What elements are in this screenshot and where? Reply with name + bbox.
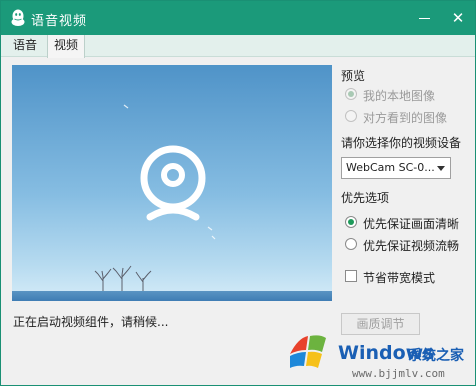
tab-video[interactable]: 视频 <box>47 35 86 58</box>
bandwidth-saving-checkbox-control[interactable] <box>345 270 357 282</box>
video-device-label: 请你选择你的视频设备 <box>341 136 462 150</box>
video-preview <box>12 65 332 301</box>
watermark-url: www.bjjmlv.com <box>352 367 445 380</box>
radio-priority-clarity-control[interactable] <box>345 216 357 228</box>
qq-penguin-icon <box>11 9 25 26</box>
tab-voice[interactable]: 语音 <box>7 35 43 57</box>
title-bar[interactable]: 语音视频 ✕ <box>1 1 475 35</box>
video-device-select[interactable]: WebCam SC-0... <box>341 157 451 179</box>
window-title: 语音视频 <box>31 14 88 29</box>
radio-priority-clarity-label: 优先保证画面清晰 <box>363 217 460 231</box>
watermark: Windows 系统之家 www.bjjmlv.com <box>282 328 476 386</box>
bandwidth-saving-label: 节省带宽模式 <box>363 271 436 285</box>
preview-label: 预览 <box>341 69 366 83</box>
video-device-value: WebCam SC-0... <box>346 161 435 174</box>
windows-logo-icon <box>290 335 326 368</box>
radio-priority-smooth-label: 优先保证视频流畅 <box>363 239 460 253</box>
chevron-down-icon[interactable] <box>437 166 445 171</box>
video-placeholder-image <box>12 65 332 301</box>
radio-remote-image-control[interactable] <box>345 110 357 122</box>
video-status-text: 正在启动视频组件，请稍候... <box>13 315 169 329</box>
minimize-button[interactable] <box>407 1 441 35</box>
radio-local-image-label: 我的本地图像 <box>363 89 436 103</box>
tab-bar: 语音 视频 <box>1 35 475 58</box>
close-button[interactable]: ✕ <box>441 1 475 35</box>
watermark-subtitle: 系统之家 <box>408 348 464 364</box>
radio-local-image-control[interactable] <box>345 88 357 100</box>
close-icon: ✕ <box>451 9 465 27</box>
radio-priority-smooth-control[interactable] <box>345 238 357 250</box>
minimize-icon <box>418 18 430 19</box>
radio-remote-image-label: 对方看到的图像 <box>363 111 448 125</box>
priority-label: 优先选项 <box>341 191 390 205</box>
